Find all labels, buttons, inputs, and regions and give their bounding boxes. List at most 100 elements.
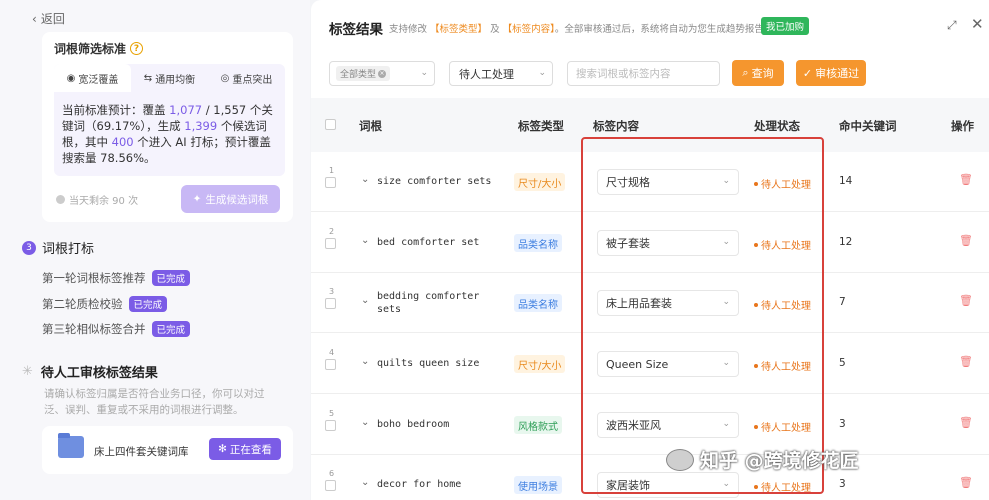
col-type: 标签类型 (518, 119, 564, 133)
generate-label: 生成候选词根 (205, 193, 269, 206)
expand-row-icon[interactable]: ⌄ (361, 174, 369, 185)
loading-spinner-icon: ✳ (22, 364, 33, 379)
content-select[interactable]: 床上用品套装 ⌄ (597, 290, 739, 316)
chevron-down-icon: ⌄ (722, 419, 730, 429)
trash-icon[interactable]: 🗑 (959, 355, 973, 368)
expand-row-icon[interactable]: ⌄ (361, 235, 369, 246)
status-text: 待人工处理 (754, 237, 811, 252)
status-text: 待人工处理 (754, 297, 811, 312)
col-content: 标签内容 (593, 119, 639, 133)
row-index: 4 (329, 348, 335, 357)
viewing-label: 正在查看 (229, 443, 272, 456)
chevron-left-icon: ‹ (32, 11, 37, 26)
broad-coverage-icon: ◉ (66, 72, 76, 84)
root-word: quilts queen size (377, 358, 480, 369)
root-word: size comforter sets (377, 176, 492, 187)
row-checkbox[interactable] (325, 177, 336, 188)
expand-row-icon[interactable]: ⌄ (361, 417, 369, 428)
tab-broad-coverage[interactable]: ◉ 宽泛覆盖 (54, 64, 131, 92)
hint-highlight: 【标签内容】 (502, 24, 555, 35)
type-badge[interactable]: 使用场景 (514, 476, 562, 494)
library-name: 床上四件套关键词库 (94, 446, 189, 458)
chevron-down-icon: ⌄ (722, 237, 730, 247)
expand-row-icon[interactable]: ⌄ (361, 356, 369, 367)
trash-icon[interactable]: 🗑 (959, 416, 973, 429)
row-index: 6 (329, 469, 335, 478)
content-select[interactable]: 尺寸规格 ⌄ (597, 169, 739, 195)
search-input[interactable] (567, 61, 720, 86)
substep-round3: 第三轮相似标签合并 已完成 (42, 321, 191, 337)
tab-balanced[interactable]: ⇆ 通用均衡 (131, 64, 208, 92)
row-checkbox[interactable] (325, 298, 336, 309)
generate-roots-button[interactable]: ✦ 生成候选词根 (181, 185, 280, 213)
status-text: 待人工处理 (754, 419, 811, 434)
table-row: 1 ⌄ size comforter sets 尺寸/大小 尺寸规格 ⌄ 待人工处理 14 🗑 (311, 152, 989, 212)
content-select[interactable]: 波西米亚风 ⌄ (597, 412, 739, 438)
approve-button[interactable]: ✓ 审核通过 (796, 60, 866, 86)
row-checkbox[interactable] (325, 420, 336, 431)
root-word: bedding comforter sets (377, 291, 480, 315)
trash-icon[interactable]: 🗑 (959, 173, 973, 186)
info-icon (56, 195, 65, 204)
viewing-button[interactable]: ✻ 正在查看 (209, 438, 281, 460)
trash-icon[interactable]: 🗑 (959, 234, 973, 247)
close-icon[interactable]: ✕ (971, 15, 984, 33)
back-button[interactable]: ‹ 返回 (32, 10, 65, 27)
trash-icon[interactable]: 🗑 (959, 294, 973, 307)
content-value: 家居装饰 (606, 479, 650, 492)
type-badge[interactable]: 品类名称 (514, 294, 562, 312)
query-button[interactable]: ⌕ 查询 (732, 60, 784, 86)
type-badge[interactable]: 品类名称 (514, 234, 562, 252)
row-checkbox[interactable] (325, 359, 336, 370)
chip-close-icon[interactable]: × (378, 69, 387, 78)
status-badge: 已完成 (151, 321, 191, 337)
content-select[interactable]: 家居装饰 ⌄ (597, 472, 739, 498)
expand-row-icon[interactable]: ⌄ (361, 477, 369, 488)
row-index: 1 (329, 166, 335, 175)
trash-icon[interactable]: 🗑 (959, 476, 973, 489)
type-filter-select[interactable]: 全部类型 × ⌄ (329, 61, 435, 86)
root-word: bed comforter set (377, 237, 480, 248)
help-icon[interactable]: ? (130, 42, 144, 55)
select-all-checkbox[interactable] (325, 119, 336, 130)
content-select[interactable]: Queen Size ⌄ (597, 351, 739, 377)
status-dot-icon (754, 363, 758, 368)
step-description: 请确认标签归属是否符合业务口径，你可以对过泛、误判、重复或不采用的词根进行调整。 (44, 388, 265, 416)
step-number: 3 (22, 240, 36, 255)
row-checkbox[interactable] (325, 480, 336, 491)
expand-icon[interactable]: ⤢ (947, 18, 957, 33)
col-hits: 命中关键词 (839, 119, 897, 133)
tab-focus[interactable]: ◎ 重点突出 (208, 64, 285, 92)
status-dot-icon (754, 181, 758, 186)
table-row: 6 ⌄ decor for home 使用场景 家居装饰 ⌄ 待人工处理 3 🗑 (311, 455, 989, 500)
hint-part: 及 (490, 24, 500, 35)
substep-label: 第三轮相似标签合并 (42, 322, 146, 336)
step-tagging: 3 词根打标 (22, 238, 94, 257)
row-checkbox[interactable] (325, 238, 336, 249)
status-text: 待人工处理 (754, 358, 811, 373)
watermark-text: 知乎 @跨境修花匠 (700, 450, 859, 472)
type-badge[interactable]: 尺寸/大小 (514, 173, 566, 191)
step-title: 待人工审核标签结果 (40, 366, 158, 381)
status-dot-icon (754, 242, 758, 247)
hit-count: 7 (839, 296, 846, 308)
type-badge[interactable]: 风格款式 (514, 416, 562, 434)
expand-row-icon[interactable]: ⌄ (361, 295, 369, 306)
status-text: 待人工处理 (754, 479, 811, 494)
query-label: 查询 (751, 67, 774, 80)
hit-count: 12 (839, 236, 853, 248)
criteria-title: 词根筛选标准 ? (54, 40, 144, 57)
content-select[interactable]: 被子套装 ⌄ (597, 230, 739, 256)
table-row: 3 ⌄ bedding comforter sets 品类名称 床上用品套装 ⌄ 待人工处理… (311, 273, 989, 333)
remaining-text: 当天剩余 90 次 (69, 196, 139, 207)
table-row: 2 ⌄ bed comforter set 品类名称 被子套装 ⌄ 待人工处理 12 🗑 (311, 213, 989, 273)
substep-label: 第二轮质检校验 (42, 297, 123, 311)
chevron-down-icon: ⌄ (722, 479, 730, 489)
type-badge[interactable]: 尺寸/大小 (514, 355, 566, 373)
criteria-title-text: 词根筛选标准 (54, 42, 127, 56)
content-value: 波西米亚风 (606, 419, 661, 432)
table-header: 词根 标签类型 标签内容 处理状态 命中关键词 操作 (311, 98, 989, 152)
status-filter-select[interactable]: 待人工处理 ⌄ (449, 61, 553, 86)
chevron-down-icon: ⌄ (722, 176, 730, 186)
wechat-logo (666, 448, 694, 471)
